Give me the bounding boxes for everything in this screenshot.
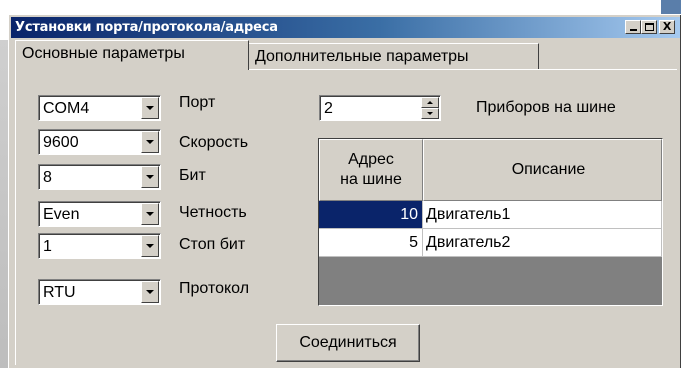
- speed-value: 9600: [43, 134, 79, 151]
- parity-select[interactable]: Even: [38, 201, 161, 227]
- background-edge: [0, 40, 8, 368]
- spinner-buttons: [421, 97, 439, 119]
- column-header-description[interactable]: Описание: [423, 139, 662, 201]
- maximize-icon: [644, 23, 654, 31]
- table-cell-description[interactable]: Двигатель2: [423, 229, 662, 257]
- devices-table[interactable]: Адрес на шине Описание 10 Двигатель1 5 Дв…: [318, 138, 663, 306]
- tab-extra-label: Дополнительные параметры: [255, 48, 469, 65]
- tab-main-params[interactable]: Основные параметры: [15, 40, 249, 70]
- window-title: Установки порта/протокола/адреса: [15, 20, 278, 35]
- speed-dropdown-button[interactable]: [141, 131, 159, 153]
- table-cell-address[interactable]: 5: [319, 229, 423, 257]
- tab-extra-params[interactable]: Дополнительные параметры: [249, 43, 539, 70]
- connect-button[interactable]: Соединиться: [276, 324, 420, 362]
- minimize-icon: [629, 29, 637, 31]
- tab-main-label: Основные параметры: [22, 45, 185, 62]
- stopbits-value: 1: [43, 238, 52, 255]
- chevron-down-icon: [146, 140, 154, 144]
- table-row[interactable]: 10 Двигатель1: [319, 201, 662, 229]
- protocol-value: RTU: [43, 284, 76, 301]
- bits-select[interactable]: 8: [38, 164, 161, 190]
- close-icon: X: [662, 20, 672, 33]
- table-cell-address[interactable]: 10: [319, 201, 423, 229]
- protocol-dropdown-button[interactable]: [141, 281, 159, 303]
- port-dropdown-button[interactable]: [141, 97, 159, 119]
- maximize-button[interactable]: [641, 20, 657, 34]
- minimize-button[interactable]: [625, 20, 641, 34]
- spinner-up-button[interactable]: [421, 97, 439, 108]
- devices-count-label: Приборов на шине: [476, 99, 616, 116]
- title-bar[interactable]: Установки порта/протокола/адреса X: [11, 17, 680, 38]
- protocol-label: Протокол: [179, 280, 250, 297]
- port-value: COM4: [43, 100, 90, 117]
- bits-label: Бит: [179, 167, 206, 184]
- settings-dialog: Установки порта/протокола/адреса X Основ…: [8, 14, 681, 368]
- close-button[interactable]: X: [659, 20, 675, 34]
- devices-count-value: 2: [324, 100, 333, 117]
- parity-label: Четность: [179, 204, 247, 221]
- chevron-up-icon: [427, 101, 433, 104]
- chevron-down-icon: [146, 290, 154, 294]
- parity-dropdown-button[interactable]: [141, 203, 159, 225]
- spinner-down-button[interactable]: [421, 108, 439, 119]
- chevron-down-icon: [146, 244, 154, 248]
- port-label: Порт: [179, 94, 216, 111]
- chevron-down-icon: [146, 175, 154, 179]
- chevron-down-icon: [146, 212, 154, 216]
- stopbits-dropdown-button[interactable]: [141, 235, 159, 257]
- background-corner: [661, 0, 681, 14]
- chevron-down-icon: [146, 106, 154, 110]
- speed-label: Скорость: [179, 134, 249, 151]
- protocol-select[interactable]: RTU: [38, 279, 161, 305]
- bits-dropdown-button[interactable]: [141, 166, 159, 188]
- speed-select[interactable]: 9600: [38, 129, 161, 155]
- bits-value: 8: [43, 169, 52, 186]
- port-select[interactable]: COM4: [38, 95, 161, 121]
- table-cell-description[interactable]: Двигатель1: [423, 201, 662, 229]
- chevron-down-icon: [427, 112, 433, 115]
- column-header-address[interactable]: Адрес на шине: [319, 139, 423, 201]
- stopbits-label: Стоп бит: [179, 236, 246, 253]
- stopbits-select[interactable]: 1: [38, 233, 161, 259]
- parity-value: Even: [43, 206, 80, 223]
- devices-count-spinner[interactable]: 2: [319, 95, 441, 121]
- table-row[interactable]: 5 Двигатель2: [319, 229, 662, 257]
